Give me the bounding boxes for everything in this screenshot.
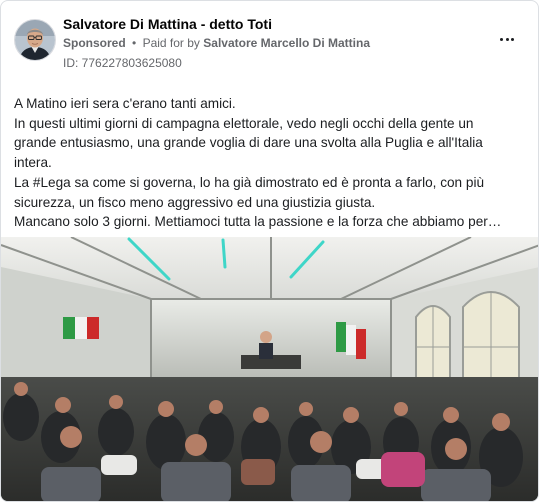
post-text-line: grande entusiasmo, una grande voglia di …: [14, 135, 483, 151]
post-text-line: La #Lega sa come si governa, lo ha già d…: [14, 174, 485, 190]
post-text-line: In questi ultimi giorni di campagna elet…: [14, 115, 474, 131]
avatar[interactable]: [14, 19, 56, 61]
post-text-line: A Matino ieri sera c'erano tanti amici.: [14, 96, 236, 111]
avatar-photo: [15, 20, 55, 60]
paid-for-prefix: Paid for by: [142, 36, 200, 50]
payer-name[interactable]: Salvatore Marcello Di Mattina: [203, 36, 370, 50]
post-text-line: Mancano solo 3 giorni. Mettiamoci tutta …: [14, 214, 502, 230]
tent-event-photo: [1, 237, 538, 501]
post-photo[interactable]: [1, 237, 538, 501]
sponsor-line: Sponsored • Paid for by Salvatore Marcel…: [63, 36, 370, 50]
author-name[interactable]: Salvatore Di Mattina - detto Toti: [63, 16, 272, 32]
post-text-line: intera.: [14, 155, 52, 171]
more-options-button[interactable]: [495, 29, 519, 49]
post-text: A Matino ieri sera c'erano tanti amici. …: [14, 94, 526, 232]
sponsored-label[interactable]: Sponsored: [63, 36, 126, 50]
separator-dot: •: [132, 36, 137, 50]
post-text-line: sicurezza, un fisco meno aggressivo ed u…: [14, 194, 376, 210]
ad-id: ID: 776227803625080: [63, 56, 182, 70]
ad-card: Salvatore Di Mattina - detto Toti Sponso…: [0, 0, 539, 502]
